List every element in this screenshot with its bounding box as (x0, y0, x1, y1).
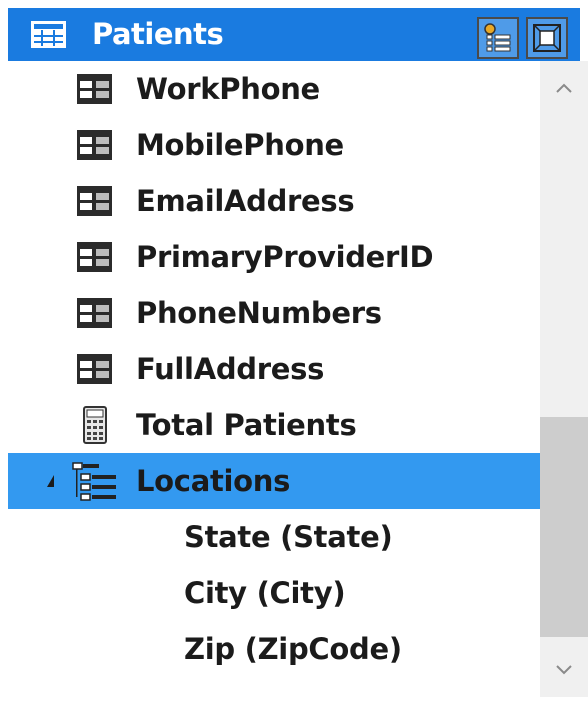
field-label: PhoneNumbers (136, 296, 382, 330)
hierarchy-icon (71, 461, 119, 505)
hierarchy-level-label: State (State) (184, 520, 393, 554)
fit-to-view-button[interactable] (526, 17, 568, 59)
chevron-up-icon (556, 83, 572, 93)
table-header[interactable]: Patients (8, 8, 580, 61)
column-icon (77, 354, 112, 388)
fit-to-view-icon (533, 24, 561, 52)
column-icon (77, 130, 112, 164)
field-list-panel: Patients WorkPhone MobilePhone EmailAddr… (0, 0, 588, 702)
field-list: WorkPhone MobilePhone EmailAddress Prima… (8, 61, 540, 697)
table-title: Patients (92, 17, 224, 51)
field-row-phonenumbers[interactable]: PhoneNumbers (8, 285, 540, 341)
chevron-down-icon (556, 665, 572, 675)
field-row-emailaddress[interactable]: EmailAddress (8, 173, 540, 229)
column-icon (77, 74, 112, 108)
hierarchy-view-button[interactable] (477, 17, 519, 59)
column-icon (77, 242, 112, 276)
field-row-total-patients[interactable]: Total Patients (8, 397, 540, 453)
hierarchy-level-zip[interactable]: Zip (ZipCode) (8, 621, 540, 677)
field-row-mobilephone[interactable]: MobilePhone (8, 117, 540, 173)
expand-collapse-icon[interactable] (47, 475, 54, 487)
hierarchy-level-state[interactable]: State (State) (8, 509, 540, 565)
measure-calculator-icon (83, 406, 107, 448)
column-icon (77, 298, 112, 332)
field-row-primaryproviderid[interactable]: PrimaryProviderID (8, 229, 540, 285)
scroll-up-button[interactable] (540, 61, 588, 109)
scroll-thumb[interactable] (540, 417, 588, 637)
field-label: FullAddress (136, 352, 325, 386)
column-icon (77, 186, 112, 220)
field-label: MobilePhone (136, 128, 344, 162)
vertical-scrollbar[interactable] (540, 61, 588, 697)
field-label: Total Patients (136, 408, 357, 442)
hierarchy-level-label: Zip (ZipCode) (184, 632, 402, 666)
field-row-fulladdress[interactable]: FullAddress (8, 341, 540, 397)
field-label: PrimaryProviderID (136, 240, 434, 274)
hierarchy-icon (484, 23, 511, 52)
hierarchy-label: Locations (136, 464, 291, 498)
hierarchy-level-city[interactable]: City (City) (8, 565, 540, 621)
scroll-down-button[interactable] (540, 649, 588, 697)
hierarchy-row-locations[interactable]: Locations (8, 453, 540, 509)
table-icon (31, 21, 66, 48)
field-row-workphone[interactable]: WorkPhone (8, 61, 540, 117)
field-label: WorkPhone (136, 72, 320, 106)
field-label: EmailAddress (136, 184, 355, 218)
hierarchy-level-label: City (City) (184, 576, 346, 610)
